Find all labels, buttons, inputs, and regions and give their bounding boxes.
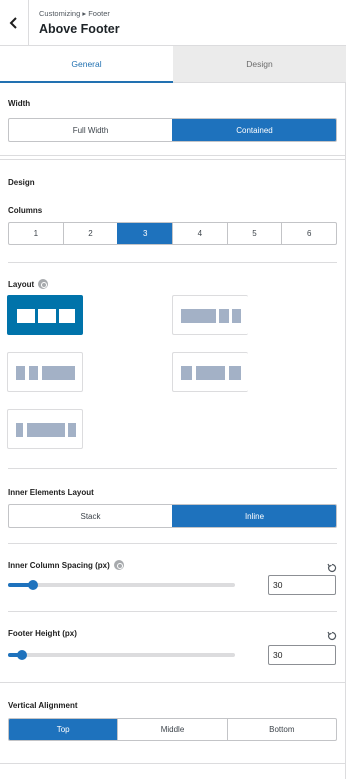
- reset-icon[interactable]: [327, 563, 337, 573]
- columns-label: Columns: [8, 206, 43, 215]
- column-option-6[interactable]: 6: [281, 223, 336, 244]
- tab-general[interactable]: General: [0, 46, 173, 83]
- inner-layout-option-stack[interactable]: Stack: [9, 505, 172, 527]
- vertical-alignment-label: Vertical Alignment: [8, 701, 78, 710]
- section-divider: [8, 262, 337, 263]
- layout-option-left-heavy[interactable]: [172, 295, 248, 335]
- section-divider: [8, 611, 337, 612]
- layout-block: [196, 366, 225, 380]
- section-divider: [8, 543, 337, 544]
- layout-block: [68, 423, 76, 437]
- width-label: Width: [8, 99, 31, 108]
- valign-option-bottom[interactable]: Bottom: [226, 719, 336, 740]
- section-divider: [0, 763, 346, 764]
- inner-spacing-slider[interactable]: [8, 580, 235, 590]
- layout-option-center-wide[interactable]: [7, 409, 83, 449]
- section-divider: [8, 468, 337, 469]
- column-option-2[interactable]: 2: [62, 223, 118, 244]
- layout-block: [27, 423, 65, 437]
- tab-design[interactable]: Design: [173, 46, 346, 83]
- layout-block: [59, 309, 75, 323]
- layout-block: [29, 366, 38, 380]
- slider-thumb[interactable]: [28, 580, 38, 590]
- layout-block: [42, 366, 75, 380]
- inner-layout-option-inline[interactable]: Inline: [172, 505, 336, 527]
- layout-label-text: Layout: [8, 280, 35, 290]
- valign-option-top[interactable]: Top: [9, 719, 118, 740]
- column-option-1[interactable]: 1: [9, 223, 63, 244]
- layout-block: [229, 366, 241, 380]
- layout-block: [38, 309, 56, 323]
- width-option-full[interactable]: Full Width: [9, 119, 172, 141]
- layout-option-right-heavy[interactable]: [7, 352, 83, 392]
- layout-block: [232, 309, 241, 323]
- column-option-5[interactable]: 5: [226, 223, 282, 244]
- layout-block: [181, 309, 216, 323]
- layout-option-center-heavy[interactable]: [172, 352, 248, 392]
- layout-block: [181, 366, 192, 380]
- inner-layout-label: Inner Elements Layout: [8, 488, 94, 497]
- inner-layout-toggle: Stack Inline: [8, 504, 337, 528]
- inner-spacing-input[interactable]: [268, 575, 336, 595]
- design-heading: Design: [8, 178, 35, 187]
- chevron-left-icon: [9, 17, 17, 29]
- section-divider: [0, 155, 346, 156]
- reset-icon[interactable]: [327, 631, 337, 641]
- footer-height-label: Footer Height (px): [8, 629, 77, 638]
- inner-spacing-label: Inner Column Spacing (px): [8, 560, 124, 571]
- slider-thumb[interactable]: [17, 650, 27, 660]
- section-divider: [0, 682, 346, 683]
- vertical-alignment-toggle: Top Middle Bottom: [8, 718, 337, 741]
- width-option-contained[interactable]: Contained: [172, 119, 336, 141]
- column-option-4[interactable]: 4: [172, 223, 227, 244]
- layout-block: [16, 366, 25, 380]
- footer-height-slider[interactable]: [8, 650, 235, 660]
- inner-spacing-label-text: Inner Column Spacing (px): [8, 561, 110, 571]
- column-option-3[interactable]: 3: [117, 223, 173, 244]
- layout-block: [219, 309, 229, 323]
- columns-selector: 1 2 3 4 5 6: [8, 222, 337, 245]
- footer-height-input[interactable]: [268, 645, 336, 665]
- layout-option-equal[interactable]: [7, 295, 83, 335]
- layout-label: Layout: [8, 279, 49, 290]
- layout-block: [16, 423, 23, 437]
- tab-bar: General Design: [0, 46, 346, 83]
- info-icon[interactable]: [38, 279, 49, 289]
- info-icon[interactable]: [113, 560, 124, 570]
- back-button[interactable]: [0, 0, 29, 46]
- page-title: Above Footer: [39, 22, 120, 36]
- valign-option-middle[interactable]: Middle: [117, 719, 226, 740]
- customizer-panel: Customizing ▸ Footer Above Footer Genera…: [0, 0, 346, 779]
- width-toggle: Full Width Contained: [8, 118, 337, 142]
- section-divider: [0, 159, 346, 160]
- breadcrumb: Customizing ▸ Footer: [39, 9, 110, 18]
- layout-block: [17, 309, 35, 323]
- panel-header: Customizing ▸ Footer Above Footer: [0, 0, 346, 46]
